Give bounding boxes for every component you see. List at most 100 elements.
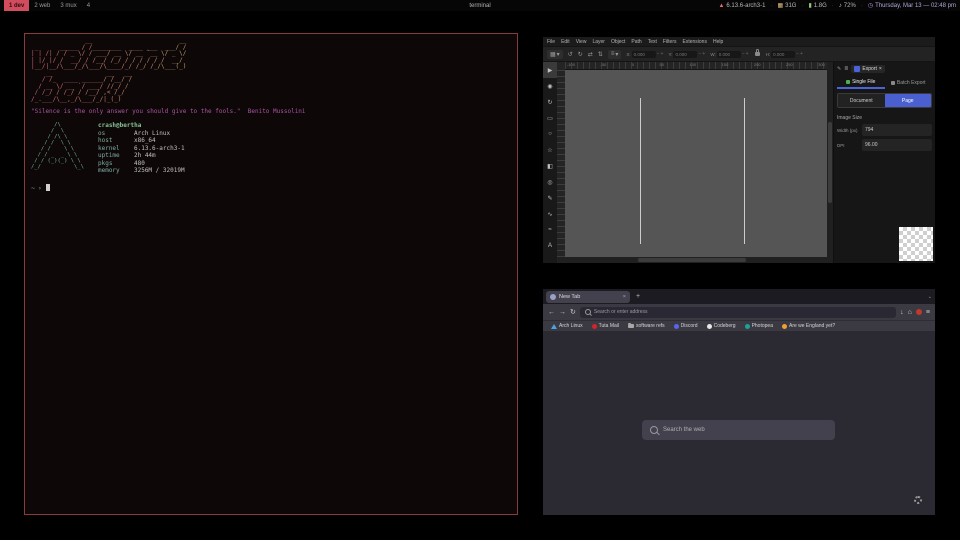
tab-favicon xyxy=(550,294,556,300)
tool-selector[interactable]: ▶ xyxy=(543,62,557,78)
canvas-horizontal-scrollbar[interactable] xyxy=(557,257,827,263)
tool-star[interactable]: ☆ xyxy=(543,142,557,158)
tool-calligraphy[interactable]: ≈ xyxy=(543,222,557,238)
menu-view[interactable]: View xyxy=(576,39,587,45)
width-field[interactable]: W: 0.000 − + xyxy=(710,51,748,58)
menu-text[interactable]: Text xyxy=(648,39,657,45)
increment-button[interactable]: + xyxy=(661,51,664,57)
new-tab-button[interactable]: + xyxy=(636,293,640,300)
shell-prompt[interactable]: ~ › xyxy=(31,184,511,192)
terminal-window[interactable]: __ __ _ _____ / /________ ____ ___ ___/ … xyxy=(24,33,518,515)
workspace-web[interactable]: 2 web xyxy=(29,0,55,11)
forward-button[interactable]: → xyxy=(559,309,566,316)
menu-icon[interactable]: ≡ xyxy=(926,309,930,316)
menu-filters[interactable]: Filters xyxy=(663,39,677,45)
selection-mode-dropdown[interactable]: ▦ ▾ xyxy=(547,50,563,59)
rotate-cw-icon[interactable]: ↻ xyxy=(578,51,583,58)
fetch-output: /\ / \ / /\ \ / / \ \ / / \ \ / / _ _ \ … xyxy=(31,122,511,175)
bookmark-folder-software-refs[interactable]: software refs xyxy=(628,323,665,329)
lock-ratio-icon[interactable] xyxy=(755,52,760,56)
bookmark-photopea[interactable]: Photopea xyxy=(745,323,773,329)
bookmark-tuta-mail[interactable]: Tuta Mail xyxy=(592,323,619,329)
web-search-input[interactable]: Search the web xyxy=(642,420,835,440)
w-value[interactable]: 0.000 xyxy=(717,51,741,58)
menu-file[interactable]: File xyxy=(547,39,555,45)
menu-help[interactable]: Help xyxy=(713,39,723,45)
menu-edit[interactable]: Edit xyxy=(561,39,570,45)
menu-extensions[interactable]: Extensions xyxy=(683,39,707,45)
scope-document-button[interactable]: Document xyxy=(838,94,885,107)
flip-vertical-icon[interactable]: ⇅ xyxy=(598,51,603,58)
tab-list-chevron-icon[interactable]: ⌄ xyxy=(928,294,932,300)
volume-module[interactable]: ♪ 72% xyxy=(839,3,856,9)
menu-path[interactable]: Path xyxy=(631,39,641,45)
decrement-button[interactable]: − xyxy=(657,51,660,57)
home-icon[interactable]: ⌂ xyxy=(908,309,912,316)
inkscape-toolbox: ▶ ◉ ↻ ▭ ○ ☆ ◧ ◎ ✎ ∿ ≈ A xyxy=(543,62,558,263)
ascii-art-back: __ __ __ / /_ ____ ______/ /__/ / / __ \… xyxy=(31,71,511,104)
tool-pencil[interactable]: ✎ xyxy=(543,190,557,206)
increment-button[interactable]: + xyxy=(746,51,749,57)
inkscape-canvas[interactable] xyxy=(565,70,827,257)
ruler-label: 200 xyxy=(754,62,761,69)
reload-button[interactable]: ↻ xyxy=(570,308,576,316)
back-button[interactable]: ← xyxy=(548,309,555,316)
scrollbar-thumb[interactable] xyxy=(828,122,832,202)
workspace-dev[interactable]: 1 dev xyxy=(4,0,29,11)
tab-batch-export[interactable]: Batch Export xyxy=(885,76,933,89)
url-placeholder: Search or enter address xyxy=(594,309,648,315)
increment-button[interactable]: + xyxy=(800,51,803,57)
fetch-value: 2h 44m xyxy=(134,152,156,160)
workspace-mux[interactable]: 3 mux xyxy=(55,0,81,11)
export-dialog-tab[interactable]: Export × xyxy=(851,65,884,73)
tool-shape-builder[interactable]: ↻ xyxy=(543,94,557,110)
ruler-label: -100 xyxy=(567,62,575,69)
menu-layer[interactable]: Layer xyxy=(592,39,605,45)
decrement-button[interactable]: − xyxy=(796,51,799,57)
bookmark-codeberg[interactable]: Codeberg xyxy=(707,323,736,329)
raise-lower-dropdown[interactable]: ≡ ▾ xyxy=(608,50,622,59)
export-dpi-input[interactable]: 96.00 xyxy=(862,139,932,151)
y-coordinate-field[interactable]: Y: 0.000 − + xyxy=(668,51,705,58)
x-value[interactable]: 0.000 xyxy=(632,51,656,58)
tool-rectangle[interactable]: ▭ xyxy=(543,110,557,126)
decrement-button[interactable]: − xyxy=(742,51,745,57)
scope-page-button[interactable]: Page xyxy=(885,94,932,107)
tab-title: New Tab xyxy=(559,294,580,300)
tool-3dbox[interactable]: ◧ xyxy=(543,158,557,174)
fetch-value: x86_64 xyxy=(134,137,156,145)
menu-object[interactable]: Object xyxy=(611,39,625,45)
export-width-input[interactable]: 794 xyxy=(862,124,932,136)
close-icon[interactable]: × xyxy=(879,66,882,72)
increment-button[interactable]: + xyxy=(702,51,705,57)
decrement-button[interactable]: − xyxy=(698,51,701,57)
tool-spiral[interactable]: ◎ xyxy=(543,174,557,190)
close-tab-icon[interactable]: × xyxy=(623,294,626,300)
bookmark-discord[interactable]: Discord xyxy=(674,323,698,329)
url-bar[interactable]: Search or enter address xyxy=(580,307,896,318)
workspace-4[interactable]: 4 xyxy=(82,0,95,11)
fetch-row: kernel6.13.6-arch3-1 xyxy=(98,145,185,153)
rotate-ccw-icon[interactable]: ↺ xyxy=(568,51,573,58)
gear-icon[interactable] xyxy=(914,496,922,504)
bookmark-arch-linux[interactable]: Arch Linux xyxy=(551,323,583,329)
h-value[interactable]: 0.000 xyxy=(771,51,795,58)
layers-dialog-icon[interactable]: ≣ xyxy=(844,66,848,72)
y-value[interactable]: 0.000 xyxy=(673,51,697,58)
scrollbar-thumb[interactable] xyxy=(638,258,746,262)
disk-usage: 31G xyxy=(785,3,796,9)
x-coordinate-field[interactable]: X: 0.000 − + xyxy=(626,51,663,58)
downloads-icon[interactable]: ↓ xyxy=(900,309,904,316)
tool-ellipse[interactable]: ○ xyxy=(543,126,557,142)
pencil-dialog-icon[interactable]: ✎ xyxy=(837,66,841,72)
active-tab[interactable]: New Tab × xyxy=(546,291,630,303)
tab-single-file[interactable]: Single File xyxy=(837,76,885,89)
grid-icon: ▦ xyxy=(550,51,556,58)
flip-horizontal-icon[interactable]: ⇄ xyxy=(588,51,593,58)
tool-pen[interactable]: ∿ xyxy=(543,206,557,222)
extension-icon[interactable] xyxy=(916,309,922,315)
tool-node-editor[interactable]: ◉ xyxy=(543,78,557,94)
bookmark-are-we-england-yet[interactable]: Are we England yet? xyxy=(782,323,835,329)
tool-text[interactable]: A xyxy=(543,238,557,254)
height-field[interactable]: H: 0.000 − + xyxy=(766,51,803,58)
